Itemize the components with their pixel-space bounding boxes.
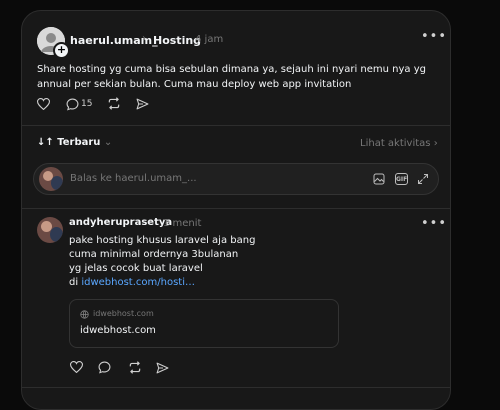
comment-icon[interactable] bbox=[98, 361, 111, 374]
sort-label: Terbaru bbox=[57, 137, 101, 148]
divider bbox=[22, 208, 450, 209]
comment-time: 1 menit bbox=[163, 218, 202, 229]
follow-plus-icon[interactable]: + bbox=[53, 42, 70, 59]
thread-card: + haerul.umam_ › Hosting 4 jam ••• Share… bbox=[21, 10, 451, 410]
expand-icon[interactable] bbox=[417, 173, 429, 185]
comment-line: cuma minimal ordernya 3bulanan bbox=[69, 249, 239, 260]
image-icon[interactable] bbox=[373, 173, 385, 185]
post-community[interactable]: Hosting bbox=[153, 34, 201, 47]
reply-input-box[interactable]: Balas ke haerul.umam_... GIF bbox=[33, 163, 439, 195]
post-time: 4 jam bbox=[195, 34, 224, 45]
activity-link-label: Lihat aktivitas bbox=[360, 138, 431, 149]
divider bbox=[22, 387, 450, 388]
comment-icon[interactable] bbox=[66, 98, 79, 111]
link-preview-card[interactable]: idwebhost.com idwebhost.com bbox=[69, 299, 339, 348]
comment-link-line: di idwebhost.com/hosti… bbox=[69, 275, 195, 290]
comment-link[interactable]: idwebhost.com/hosti… bbox=[81, 277, 195, 288]
share-icon[interactable] bbox=[156, 362, 169, 374]
reply-count: 15 bbox=[81, 99, 93, 109]
share-icon[interactable] bbox=[136, 98, 149, 110]
gif-icon[interactable]: GIF bbox=[395, 173, 408, 185]
comment-author-avatar[interactable] bbox=[37, 217, 63, 243]
heart-icon[interactable] bbox=[37, 98, 50, 110]
comment-author[interactable]: andyheruprasetya bbox=[69, 217, 172, 228]
globe-icon bbox=[80, 310, 89, 319]
heart-icon[interactable] bbox=[70, 361, 83, 373]
divider bbox=[22, 125, 450, 126]
sort-icon: ↓↑ bbox=[37, 137, 54, 148]
activity-link[interactable]: Lihat aktivitas › bbox=[360, 138, 438, 149]
chevron-right-icon: › bbox=[142, 33, 146, 44]
more-icon[interactable]: ••• bbox=[421, 29, 447, 44]
preview-title: idwebhost.com bbox=[80, 325, 156, 336]
reply-input[interactable]: Balas ke haerul.umam_... bbox=[70, 173, 197, 184]
comment-line: yg jelas cocok buat laravel bbox=[69, 263, 203, 274]
chevron-right-icon: › bbox=[433, 138, 438, 149]
more-icon[interactable]: ••• bbox=[421, 216, 447, 231]
link-prefix: di bbox=[69, 277, 82, 288]
my-avatar bbox=[39, 167, 63, 191]
post-text: Share hosting yg cuma bisa sebulan diman… bbox=[37, 64, 426, 90]
chevron-down-icon: ⌄ bbox=[103, 137, 113, 148]
repost-icon[interactable] bbox=[128, 361, 142, 374]
comment-line: pake hosting khusus laravel aja bang bbox=[69, 235, 256, 246]
preview-domain: idwebhost.com bbox=[93, 309, 154, 318]
sort-dropdown[interactable]: ↓↑ Terbaru ⌄ bbox=[37, 137, 112, 148]
repost-icon[interactable] bbox=[107, 97, 121, 110]
